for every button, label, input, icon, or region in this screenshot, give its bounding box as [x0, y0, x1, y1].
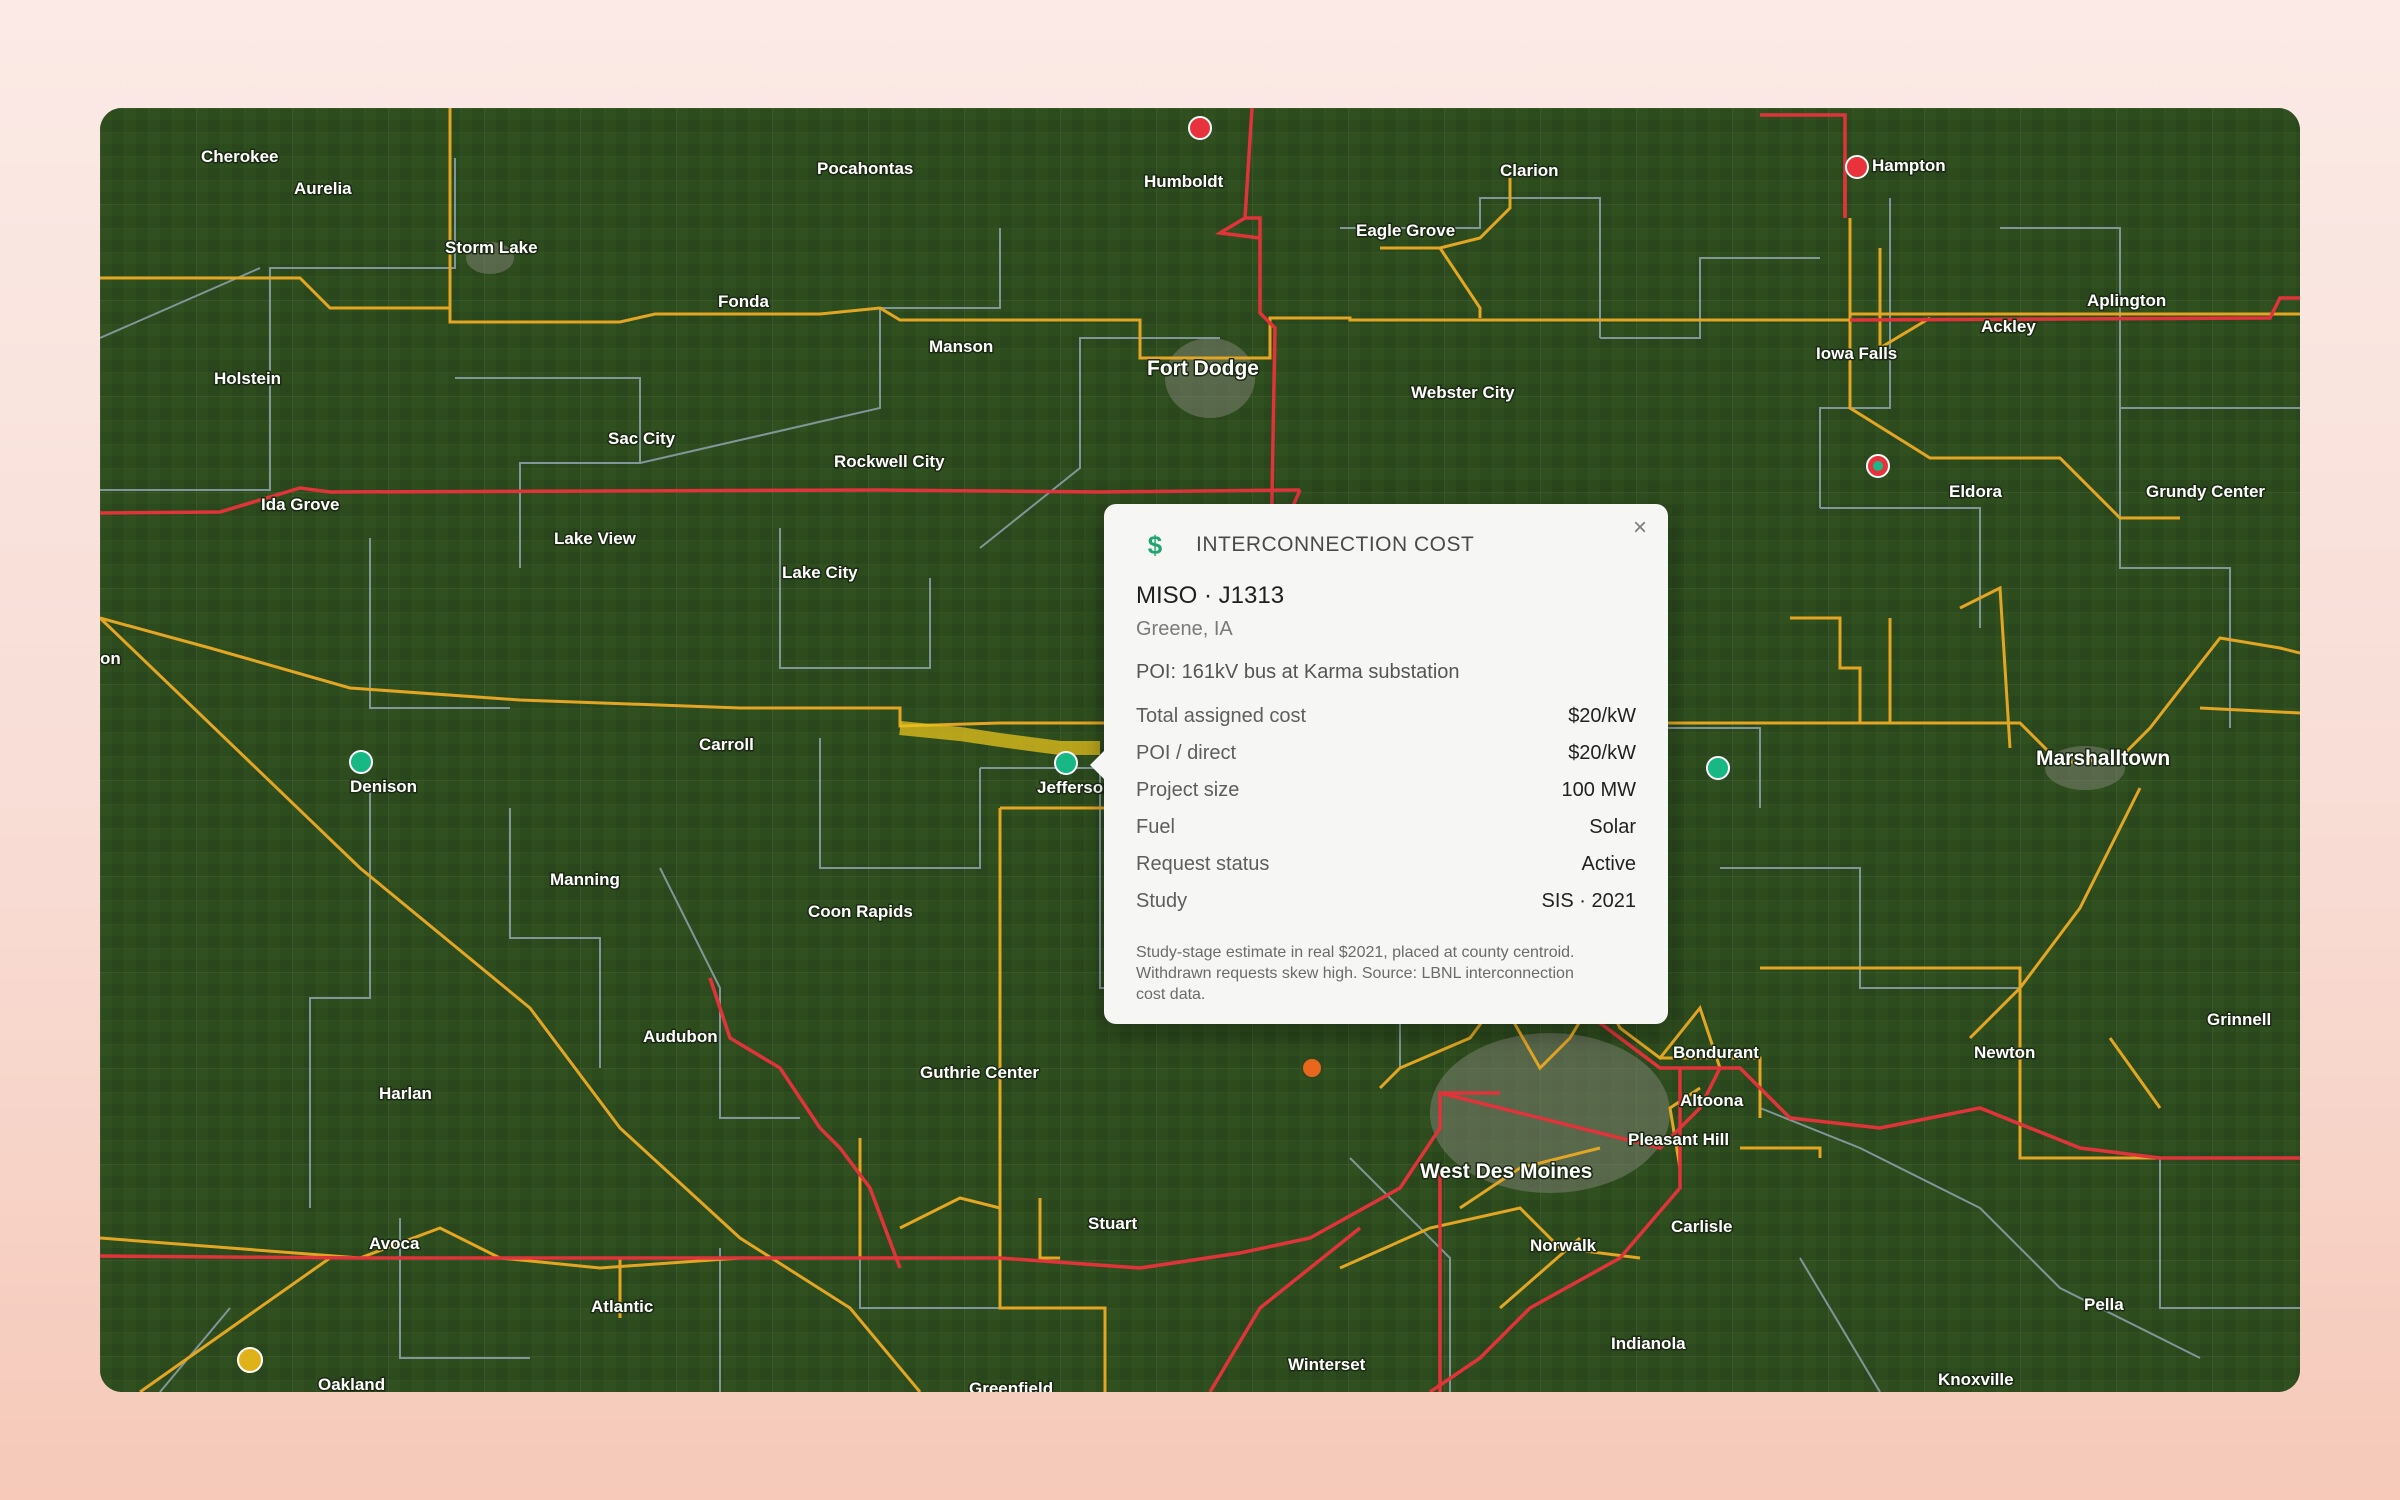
city-label: Newton — [1974, 1043, 2035, 1062]
city-label: Avoca — [369, 1234, 420, 1253]
city-label: Bondurant — [1673, 1043, 1759, 1062]
detail-key: POI / direct — [1136, 742, 1237, 764]
marker-green-jefferson[interactable] — [1054, 751, 1078, 775]
city-label: Webster City — [1411, 383, 1515, 402]
detail-key: Project size — [1136, 779, 1240, 801]
city-label: Denison — [350, 777, 417, 796]
city-label: Marshalltown — [2036, 747, 2170, 770]
city-label: on — [100, 649, 121, 668]
detail-value: 100 MW — [1561, 779, 1636, 801]
detail-key: Total assigned cost — [1136, 705, 1307, 727]
city-label: Ida Grove — [261, 495, 339, 514]
city-label: Hampton — [1872, 156, 1946, 175]
detail-key: Request status — [1136, 853, 1270, 875]
marker-red-hampton[interactable] — [1845, 155, 1869, 179]
city-label: Humboldt — [1144, 172, 1224, 191]
detail-row: Total assigned cost $20/kW — [1136, 698, 1636, 735]
city-label: Pleasant Hill — [1628, 1130, 1729, 1149]
city-label: Altoona — [1680, 1091, 1744, 1110]
city-label: Iowa Falls — [1816, 344, 1897, 363]
popup-label: INTERCONNECTION COST — [1196, 533, 1475, 556]
city-label: Knoxville — [1938, 1370, 2014, 1389]
marker-orange[interactable] — [1301, 1057, 1323, 1079]
city-label: Ackley — [1981, 317, 2036, 336]
city-label: Oakland — [318, 1375, 385, 1392]
popup-location: Greene, IA — [1136, 618, 1233, 640]
marker-green-denison[interactable] — [349, 750, 373, 774]
city-label: Stuart — [1088, 1214, 1137, 1233]
city-label: Atlantic — [591, 1297, 653, 1316]
city-label: Norwalk — [1530, 1236, 1597, 1255]
detail-value: Active — [1581, 853, 1636, 875]
city-label: Indianola — [1611, 1334, 1686, 1353]
city-label: Sac City — [608, 429, 676, 448]
detail-key: Fuel — [1136, 816, 1175, 838]
detail-value: $20/kW — [1568, 705, 1636, 727]
city-label: Carroll — [699, 735, 754, 754]
city-label: Audubon — [643, 1027, 718, 1046]
city-label: Holstein — [214, 369, 281, 388]
city-label: Manson — [929, 337, 993, 356]
city-label: Harlan — [379, 1084, 432, 1103]
detail-value: $20/kW — [1568, 742, 1636, 764]
city-label: Lake View — [554, 529, 637, 548]
city-label: Fonda — [718, 292, 770, 311]
city-label: Clarion — [1500, 161, 1559, 180]
city-label: Grundy Center — [2146, 482, 2265, 501]
popup-header: $ INTERCONNECTION COST — [1136, 530, 1636, 560]
marker-yellow-oakland[interactable] — [237, 1347, 263, 1373]
detail-value: Solar — [1589, 816, 1636, 838]
marker-green-marshalltown[interactable] — [1706, 756, 1730, 780]
city-label: West Des Moines — [1420, 1160, 1592, 1183]
city-label: Aplington — [2087, 291, 2166, 310]
city-label: Pella — [2084, 1295, 2124, 1314]
popup-poi: POI: 161kV bus at Karma substation — [1136, 661, 1460, 683]
city-label: Rockwell City — [834, 452, 945, 471]
detail-key: Study — [1136, 890, 1188, 912]
marker-ring-eldora-inner — [1873, 461, 1883, 471]
city-label: Cherokee — [201, 147, 278, 166]
city-label: Winterset — [1288, 1355, 1366, 1374]
detail-row: Request status Active — [1136, 846, 1636, 883]
city-label: Aurelia — [294, 179, 352, 198]
city-label: Pocahontas — [817, 159, 913, 178]
map-view[interactable]: Cherokee Aurelia Pocahontas Humboldt Cla… — [100, 108, 2300, 1392]
city-label: Guthrie Center — [920, 1063, 1039, 1082]
marker-red-humboldt[interactable] — [1188, 116, 1212, 140]
city-label: Grinnell — [2207, 1010, 2271, 1029]
detail-row: POI / direct $20/kW — [1136, 735, 1636, 772]
city-label: Manning — [550, 870, 620, 889]
city-label: Fort Dodge — [1147, 357, 1259, 380]
city-label: Jefferson — [1037, 778, 1114, 797]
popup-title: MISO · J1313 — [1136, 582, 1285, 609]
popup-note: Study-stage estimate in real $2021, plac… — [1136, 944, 1575, 1003]
city-label: Greenfield — [969, 1379, 1053, 1392]
detail-row: Project size 100 MW — [1136, 772, 1636, 809]
interconnection-cost-popup: × $ INTERCONNECTION COST MISO · J1313 Gr… — [1090, 504, 1668, 1024]
city-label: Storm Lake — [445, 238, 538, 257]
city-label: Eagle Grove — [1356, 221, 1455, 240]
dollar-icon: $ — [1147, 529, 1163, 560]
city-label: Coon Rapids — [808, 902, 913, 921]
city-label: Carlisle — [1671, 1217, 1732, 1236]
detail-value: SIS · 2021 — [1541, 890, 1636, 912]
city-label: Lake City — [782, 563, 858, 582]
city-label: Eldora — [1949, 482, 2002, 501]
detail-rows: Total assigned cost $20/kW POI / direct … — [1136, 698, 1636, 920]
detail-row: Study SIS · 2021 — [1136, 883, 1636, 920]
popup-pointer — [1090, 751, 1104, 779]
close-icon[interactable]: × — [1628, 516, 1652, 540]
detail-row: Fuel Solar — [1136, 809, 1636, 846]
